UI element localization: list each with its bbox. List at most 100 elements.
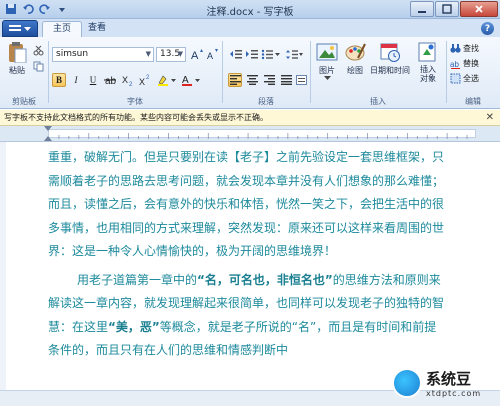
insert-object-label: 插入 对象: [420, 65, 436, 83]
paragraph-2-quote-2: “美，恶”: [108, 319, 160, 334]
compatibility-warning-bar: 写字板不支持此文档格式的所有功能。某些内容可能会丢失或显示不正确。 ✕: [0, 110, 500, 126]
insert-picture-button[interactable]: 图片: [314, 41, 340, 81]
insert-object-button[interactable]: 插入 对象: [414, 41, 442, 83]
ribbon-separator: [48, 41, 49, 103]
ribbon: 粘贴 剪贴板 simsun ▼ 13.5 ▼ A A B I U abc: [0, 37, 500, 109]
svg-text:X: X: [139, 77, 145, 86]
watermark-brand: 系统豆: [426, 370, 472, 388]
font-family-value: simsun: [56, 49, 89, 59]
date-time-button[interactable]: 日期和时间: [368, 41, 412, 76]
paragraph-2-quote-1: “名，可名也，非恒名也”: [197, 272, 333, 287]
replace-label: 替换: [463, 58, 479, 68]
superscript-icon[interactable]: X2: [138, 73, 152, 87]
paragraph-group-label: 段落: [258, 97, 274, 106]
find-label: 查找: [463, 43, 479, 53]
paste-label: 粘贴: [9, 66, 25, 75]
close-button[interactable]: [460, 1, 498, 17]
document-area[interactable]: 重重，破解无门。但是只要别在读【老子】之前先验设定一套思维框架，只需顺着老子的思…: [0, 142, 500, 390]
line-spacing-icon[interactable]: [284, 47, 304, 61]
bold-icon[interactable]: B: [52, 73, 66, 87]
document-page[interactable]: 重重，破解无门。但是只要别在读【老子】之前先验设定一套思维框架，只需顺着老子的思…: [48, 146, 446, 363]
select-all-label: 全选: [463, 73, 479, 83]
insert-group-label: 插入: [370, 97, 386, 106]
paragraph-2-text-a: 用老子道篇第一章中的: [77, 272, 198, 287]
svg-text:A: A: [191, 50, 199, 60]
increase-indent-icon[interactable]: [244, 47, 258, 61]
ribbon-tab-row: 主页 查看 ?: [0, 19, 500, 37]
picture-icon: [316, 43, 338, 61]
ruler-track: [48, 129, 476, 139]
font-color-icon[interactable]: A: [180, 73, 202, 87]
clipboard-group-label: 剪贴板: [12, 97, 36, 106]
svg-text:ab: ab: [450, 60, 459, 69]
align-right-icon[interactable]: [262, 73, 276, 87]
strikethrough-icon[interactable]: abc: [103, 73, 117, 87]
paint-drawing-button[interactable]: 绘图: [342, 41, 368, 76]
paste-button[interactable]: 粘贴: [6, 41, 28, 76]
justify-icon[interactable]: [279, 73, 293, 87]
edit-group: 查找 ab 替换 全选 编辑: [448, 39, 498, 107]
align-center-icon[interactable]: [245, 73, 259, 87]
ruler-ticks: [58, 133, 468, 139]
replace-button[interactable]: ab 替换: [450, 56, 496, 70]
copy-icon[interactable]: [32, 59, 44, 73]
italic-icon[interactable]: I: [69, 73, 83, 87]
insert-picture-label: 图片: [319, 66, 335, 75]
watermark-site: xtdptc.com: [426, 389, 482, 398]
font-group: simsun ▼ 13.5 ▼ A A B I U abc X2 X2 A: [50, 39, 220, 107]
svg-text:X: X: [122, 75, 128, 85]
paint-icon: [345, 43, 366, 61]
highlight-color-icon[interactable]: [156, 73, 178, 87]
ribbon-separator: [310, 41, 311, 103]
watermark: 系统豆 xtdptc.com: [392, 368, 481, 398]
calendar-clock-icon: [380, 43, 400, 62]
app-menu-button[interactable]: [2, 20, 38, 37]
svg-text:2: 2: [129, 82, 133, 86]
font-size-select[interactable]: 13.5 ▼: [156, 47, 186, 62]
grow-font-icon[interactable]: A: [190, 47, 203, 61]
chevron-down-icon: ▼: [145, 50, 151, 58]
tab-home[interactable]: 主页: [42, 21, 83, 37]
paragraph-group: 段落: [224, 39, 308, 107]
paint-drawing-label: 绘图: [347, 66, 363, 75]
svg-text:2: 2: [146, 75, 150, 81]
warning-message: 写字板不支持此文档格式的所有功能。某些内容可能会丢失或显示不正确。: [4, 113, 268, 122]
date-time-label: 日期和时间: [370, 66, 410, 75]
help-icon[interactable]: ?: [481, 22, 494, 35]
object-icon: [418, 42, 436, 62]
align-left-icon[interactable]: [228, 73, 242, 87]
tab-view[interactable]: 查看: [78, 21, 116, 37]
ruler[interactable]: [0, 126, 500, 142]
window-controls: [409, 1, 498, 17]
svg-text:abc: abc: [105, 76, 116, 86]
binoculars-icon: [450, 43, 461, 53]
select-all-icon: [450, 73, 461, 83]
edit-group-label: 编辑: [465, 97, 481, 106]
paragraph-2: 用老子道篇第一章中的“名，可名也，非恒名也”的思维方法和原则来解读这一章内容，就…: [48, 269, 446, 363]
font-group-label: 字体: [127, 97, 143, 106]
list-icon[interactable]: [260, 47, 282, 61]
paste-icon: [9, 42, 27, 63]
replace-icon: ab: [450, 60, 460, 69]
cut-icon[interactable]: [32, 43, 44, 57]
svg-text:A: A: [207, 51, 213, 60]
insert-group: 图片 绘图 日期和时间 插入 对象 插入: [312, 39, 444, 107]
close-icon[interactable]: ✕: [486, 110, 494, 125]
find-button[interactable]: 查找: [450, 41, 496, 55]
underline-icon[interactable]: U: [86, 73, 100, 87]
select-all-button[interactable]: 全选: [450, 71, 496, 85]
indent-marker-icon[interactable]: [44, 126, 53, 142]
font-family-select[interactable]: simsun ▼: [52, 47, 154, 62]
minimize-button[interactable]: [410, 1, 434, 17]
clipboard-group: 粘贴 剪贴板: [2, 39, 46, 107]
decrease-indent-icon[interactable]: [228, 47, 242, 61]
chevron-down-icon: ▼: [177, 50, 183, 58]
paragraph-settings-icon[interactable]: [294, 73, 308, 87]
left-margin: [0, 142, 6, 390]
chevron-down-icon: [24, 26, 31, 31]
restore-button[interactable]: [435, 1, 459, 17]
shrink-font-icon[interactable]: A: [205, 47, 218, 61]
title-bar: 注释.docx - 写字板: [0, 0, 500, 19]
subscript-icon[interactable]: X2: [121, 73, 135, 87]
ribbon-separator: [446, 41, 447, 103]
